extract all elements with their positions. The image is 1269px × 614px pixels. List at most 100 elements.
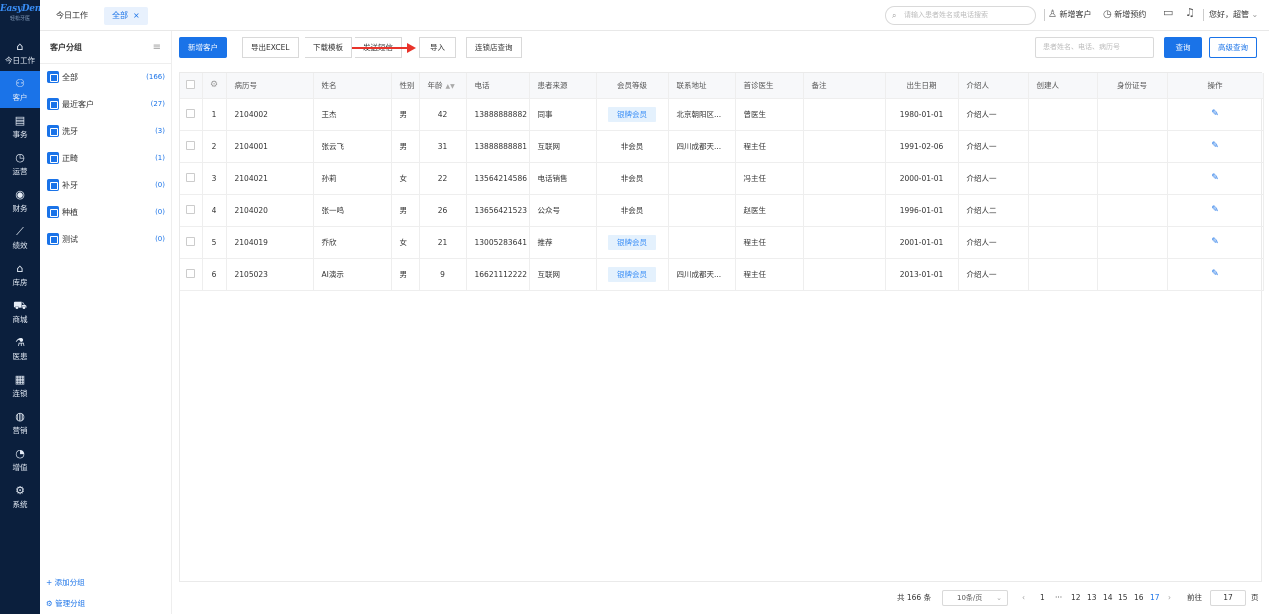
group-item-orthodontics[interactable]: 正畸 (1) xyxy=(40,145,171,172)
checkbox[interactable] xyxy=(186,268,196,278)
page-number[interactable]: 1 xyxy=(1040,590,1045,606)
group-item-all[interactable]: 全部 (166) xyxy=(40,64,171,91)
chain-query-button[interactable]: 连锁店查询 xyxy=(466,37,522,58)
gender-cell: 男 xyxy=(391,194,420,227)
sort-icon[interactable]: ▲▼ xyxy=(446,83,455,90)
group-item-filling[interactable]: 补牙 (0) xyxy=(40,172,171,199)
tab-all[interactable]: 全部 × xyxy=(104,7,148,25)
group-item-test[interactable]: 测试 (0) xyxy=(40,226,171,253)
member-level-cell: 非会员 xyxy=(596,194,669,227)
nav-item-marketing[interactable]: ◍ 营销 xyxy=(0,404,40,441)
group-icon xyxy=(47,178,59,191)
export-excel-button[interactable]: 导出EXCEL xyxy=(242,37,299,58)
next-page-button[interactable]: › xyxy=(1168,590,1171,606)
chevron-down-icon: ⌄ xyxy=(1251,10,1259,19)
edit-icon[interactable]: ✎ xyxy=(1211,205,1219,215)
nav-item-operations[interactable]: ◷ 运营 xyxy=(0,145,40,182)
table-row[interactable]: 1 2104002 王杰男 42 13888888882 同事 银牌会员 北京朝阳区... 曾医… xyxy=(180,98,1264,131)
first-doctor-cell: 程主任 xyxy=(735,226,804,259)
nav-item-warehouse[interactable]: ⌂ 库房 xyxy=(0,256,40,293)
checkbox[interactable] xyxy=(186,172,196,182)
nav-item-performance[interactable]: ⟋ 绩效 xyxy=(0,219,40,256)
cart-icon: ⛟ xyxy=(13,299,27,312)
id-card-cell xyxy=(1097,194,1168,227)
gear-icon[interactable]: ⚙ xyxy=(210,80,218,90)
nav-item-value-added[interactable]: ◔ 增值 xyxy=(0,441,40,478)
row-checkbox xyxy=(180,194,203,227)
money-icon: ◉ xyxy=(15,188,25,201)
customer-search-input[interactable]: 患者姓名、电话、病历号 xyxy=(1035,37,1154,58)
message-icon[interactable]: ▭ xyxy=(1163,6,1173,19)
nav-item-mall[interactable]: ⛟ 商城 xyxy=(0,293,40,330)
page-number[interactable]: 13 xyxy=(1087,590,1097,606)
prev-page-button[interactable]: ‹ xyxy=(1022,590,1025,606)
new-appointment-link[interactable]: ◷ 新增预约 xyxy=(1103,8,1146,22)
table-header-row: ⚙ 病历号 姓名 性别 年龄 ▲▼ 电话 患者来源 会员等级 联系地址 首诊医生 … xyxy=(180,73,1264,99)
nav-item-chain[interactable]: ▦ 连锁 xyxy=(0,367,40,404)
checkbox[interactable] xyxy=(186,108,196,118)
group-item-recent[interactable]: 最近客户 (27) xyxy=(40,91,171,118)
add-group-link[interactable]: + 添加分组 xyxy=(46,577,85,588)
page-number[interactable]: 12 xyxy=(1071,590,1081,606)
page-number[interactable]: 17 xyxy=(1150,590,1160,606)
query-button[interactable]: 查询 xyxy=(1164,37,1202,58)
import-button[interactable]: 导入 xyxy=(419,37,456,58)
bell-icon[interactable]: ♫ xyxy=(1185,6,1195,19)
header-age[interactable]: 年龄 ▲▼ xyxy=(419,73,467,99)
group-item-cleaning[interactable]: 洗牙 (3) xyxy=(40,118,171,145)
nav-item-system[interactable]: ⚙ 系统 xyxy=(0,478,40,515)
page-number[interactable]: 15 xyxy=(1118,590,1128,606)
logo-text: EasyDent xyxy=(0,4,45,14)
table-row[interactable]: 3 2104021 孙莉女 22 13564214586 电话销售 非会员 冯主任 2000-0… xyxy=(180,162,1264,195)
top-bar: 今日工作 全部 × ⌕ 请输入患者姓名或电话搜索 ♙ 新增客户 ◷ 新增预约 ▭ ♫… xyxy=(40,0,1269,31)
customer-group-panel: 客户分组 ≡ 全部 (166) 最近客户 (27) 洗牙 (3) 正畸 (1) 补牙 (0… xyxy=(40,31,172,614)
edit-icon[interactable]: ✎ xyxy=(1211,237,1219,247)
edit-icon[interactable]: ✎ xyxy=(1211,173,1219,183)
nav-item-customers[interactable]: ⚇ 客户 xyxy=(0,71,40,108)
menu-icon[interactable]: ≡ xyxy=(153,31,161,64)
page-number[interactable]: 16 xyxy=(1134,590,1144,606)
id-card-cell xyxy=(1097,258,1168,291)
header-name: 姓名 xyxy=(313,73,392,99)
edit-icon[interactable]: ✎ xyxy=(1211,269,1219,279)
customer-table: ⚙ 病历号 姓名 性别 年龄 ▲▼ 电话 患者来源 会员等级 联系地址 首诊医生 … xyxy=(179,72,1264,582)
global-search-input[interactable]: ⌕ 请输入患者姓名或电话搜索 xyxy=(885,6,1036,25)
checkbox[interactable] xyxy=(186,236,196,246)
edit-icon[interactable]: ✎ xyxy=(1211,109,1219,119)
user-menu[interactable]: 您好，超管 ⌄ xyxy=(1209,8,1258,22)
first-doctor-cell: 曾医生 xyxy=(735,98,804,131)
nav-item-finance[interactable]: ◉ 财务 xyxy=(0,182,40,219)
header-checkbox[interactable] xyxy=(180,73,203,99)
table-row[interactable]: 2 2104001 张云飞男 31 13888888881 互联网 非会员 四川成都天... 程… xyxy=(180,130,1264,163)
checkbox[interactable] xyxy=(186,79,196,89)
table-row[interactable]: 5 2104019 乔欣女 21 13005283641 推荐 银牌会员 程主任 2001-01… xyxy=(180,226,1264,259)
edit-icon[interactable]: ✎ xyxy=(1211,141,1219,151)
age-cell: 22 xyxy=(419,162,467,195)
goto-page-input[interactable]: 17 xyxy=(1210,590,1246,606)
actions-cell: ✎ xyxy=(1167,258,1264,291)
column-settings[interactable]: ⚙ xyxy=(202,73,227,99)
new-customer-link[interactable]: ♙ 新增客户 xyxy=(1048,8,1092,22)
checkbox[interactable] xyxy=(186,140,196,150)
home-icon: ⌂ xyxy=(16,40,24,53)
row-checkbox xyxy=(180,162,203,195)
download-template-button[interactable]: 下载模板 xyxy=(305,37,352,58)
page-number[interactable]: 14 xyxy=(1103,590,1113,606)
nav-item-today[interactable]: ⌂ 今日工作 xyxy=(0,34,40,71)
row-checkbox xyxy=(180,226,203,259)
referrer-cell: 介绍人一 xyxy=(958,258,1029,291)
manage-group-link[interactable]: ⚙ 管理分组 xyxy=(46,598,85,609)
nav-item-affairs[interactable]: ▤ 事务 xyxy=(0,108,40,145)
arrow-shaft xyxy=(352,47,408,49)
new-customer-button[interactable]: 新增客户 xyxy=(179,37,227,58)
close-icon[interactable]: × xyxy=(133,11,140,20)
group-item-implant[interactable]: 种植 (0) xyxy=(40,199,171,226)
nav-item-doctor-patient[interactable]: ⚗ 医患 xyxy=(0,330,40,367)
table-row[interactable]: 6 2105023 AI演示男 9 16621112222 互联网 银牌会员 四川成都天...… xyxy=(180,258,1264,291)
page-size-select[interactable]: 10条/页 ⌄ xyxy=(942,590,1008,606)
checkbox[interactable] xyxy=(186,204,196,214)
advanced-query-button[interactable]: 高级查询 xyxy=(1209,37,1257,58)
page-ellipsis[interactable]: ··· xyxy=(1055,590,1062,606)
table-row[interactable]: 4 2104020 张一鸣男 26 13656421523 公众号 非会员 赵医生 1996-0… xyxy=(180,194,1264,227)
tab-today[interactable]: 今日工作 xyxy=(48,7,96,25)
